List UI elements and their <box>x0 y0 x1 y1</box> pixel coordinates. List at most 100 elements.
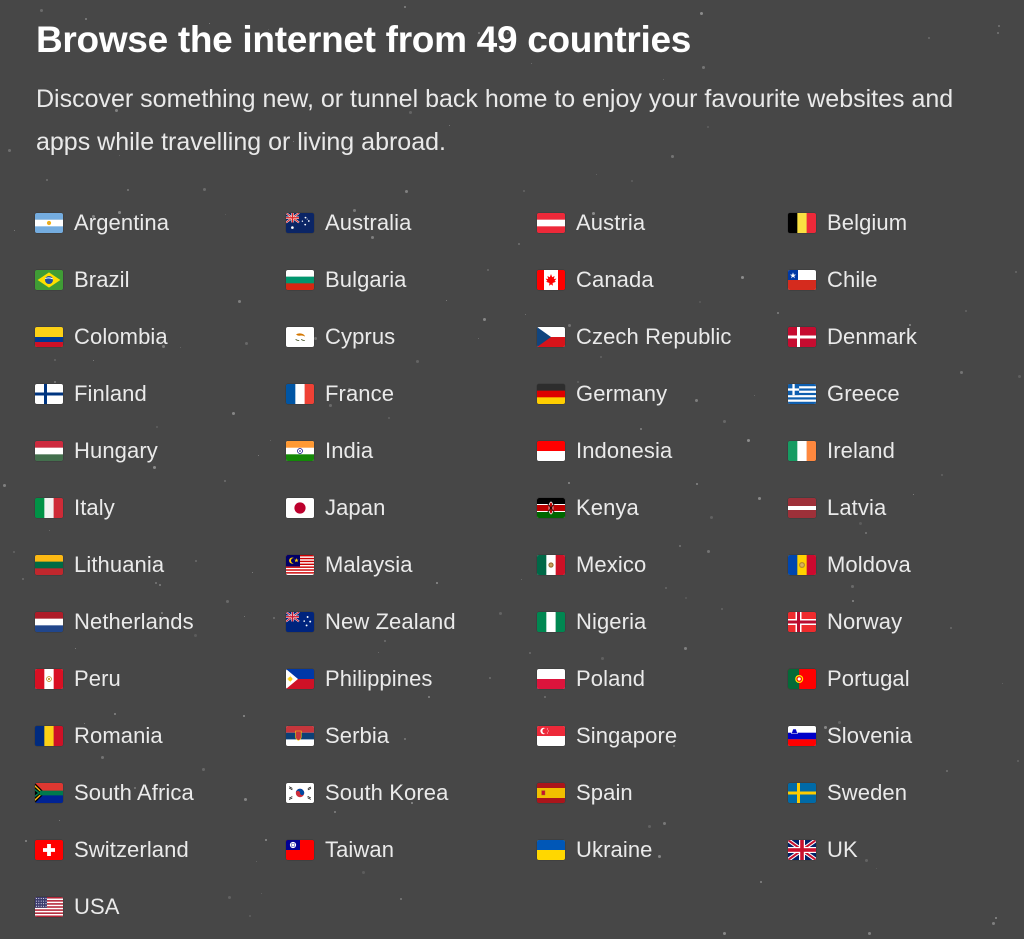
country-name: Japan <box>325 494 386 520</box>
country-item[interactable]: Netherlands <box>35 593 286 650</box>
country-name: Portugal <box>827 665 910 691</box>
flag-australia-icon <box>286 212 314 233</box>
flag-philippines-icon <box>286 668 314 689</box>
flag-lithuania-icon <box>35 554 63 575</box>
flag-germany-icon <box>537 383 565 404</box>
country-item[interactable]: Czech Republic <box>537 308 788 365</box>
country-item[interactable]: USA <box>35 878 286 935</box>
country-name: New Zealand <box>325 608 456 634</box>
country-item[interactable]: Colombia <box>35 308 286 365</box>
country-item[interactable]: Bulgaria <box>286 251 537 308</box>
country-item[interactable]: Argentina <box>35 194 286 251</box>
country-item[interactable]: India <box>286 422 537 479</box>
flag-new-zealand-icon <box>286 611 314 632</box>
flag-colombia-icon <box>35 326 63 347</box>
country-name: Nigeria <box>576 608 647 634</box>
country-name: Denmark <box>827 323 917 349</box>
flag-argentina-icon <box>35 212 63 233</box>
country-item[interactable]: Mexico <box>537 536 788 593</box>
country-name: South Africa <box>74 779 194 805</box>
country-item[interactable]: Australia <box>286 194 537 251</box>
country-item[interactable]: Poland <box>537 650 788 707</box>
flag-slovenia-icon <box>788 725 816 746</box>
flag-greece-icon <box>788 383 816 404</box>
country-item[interactable]: Latvia <box>788 479 1024 536</box>
flag-france-icon <box>286 383 314 404</box>
country-item[interactable]: Canada <box>537 251 788 308</box>
country-item[interactable]: Belgium <box>788 194 1024 251</box>
country-grid: Argentina Australia Austria Belgium Brazil Bu… <box>0 194 1024 935</box>
flag-poland-icon <box>537 668 565 689</box>
country-item[interactable]: Denmark <box>788 308 1024 365</box>
country-item[interactable]: Norway <box>788 593 1024 650</box>
country-name: India <box>325 437 374 463</box>
countries-page: Browse the internet from 49 countries Di… <box>0 0 1024 935</box>
country-item[interactable]: Taiwan <box>286 821 537 878</box>
country-item[interactable]: Moldova <box>788 536 1024 593</box>
country-item[interactable]: Philippines <box>286 650 537 707</box>
country-item[interactable]: Chile <box>788 251 1024 308</box>
country-item[interactable]: Slovenia <box>788 707 1024 764</box>
country-name: Singapore <box>576 722 678 748</box>
flag-japan-icon <box>286 497 314 518</box>
country-name: Czech Republic <box>576 323 732 349</box>
country-name: Finland <box>74 380 147 406</box>
country-item[interactable]: Serbia <box>286 707 537 764</box>
country-name: Kenya <box>576 494 639 520</box>
flag-uk-icon <box>788 839 816 860</box>
country-item[interactable]: Germany <box>537 365 788 422</box>
country-item[interactable]: Hungary <box>35 422 286 479</box>
country-item[interactable]: Kenya <box>537 479 788 536</box>
country-item[interactable]: Italy <box>35 479 286 536</box>
country-item[interactable]: New Zealand <box>286 593 537 650</box>
country-item[interactable]: Peru <box>35 650 286 707</box>
country-item[interactable]: Ukraine <box>537 821 788 878</box>
flag-denmark-icon <box>788 326 816 347</box>
country-item[interactable]: Romania <box>35 707 286 764</box>
country-item[interactable]: Nigeria <box>537 593 788 650</box>
country-item[interactable]: Austria <box>537 194 788 251</box>
country-name: Indonesia <box>576 437 673 463</box>
country-item[interactable]: Switzerland <box>35 821 286 878</box>
country-item[interactable]: Brazil <box>35 251 286 308</box>
country-item[interactable]: Portugal <box>788 650 1024 707</box>
country-item[interactable]: France <box>286 365 537 422</box>
country-name: Australia <box>325 209 412 235</box>
country-item[interactable]: UK <box>788 821 1024 878</box>
country-name: Switzerland <box>74 836 189 862</box>
country-item[interactable]: Greece <box>788 365 1024 422</box>
country-name: Poland <box>576 665 646 691</box>
country-item[interactable]: Finland <box>35 365 286 422</box>
country-name: Sweden <box>827 779 908 805</box>
country-item[interactable]: South Africa <box>35 764 286 821</box>
country-item[interactable]: Ireland <box>788 422 1024 479</box>
country-item[interactable]: Singapore <box>537 707 788 764</box>
flag-portugal-icon <box>788 668 816 689</box>
country-name: Philippines <box>325 665 433 691</box>
flag-india-icon <box>286 440 314 461</box>
country-item[interactable]: Indonesia <box>537 422 788 479</box>
country-item[interactable]: Japan <box>286 479 537 536</box>
country-item[interactable]: South Korea <box>286 764 537 821</box>
country-name: Spain <box>576 779 633 805</box>
country-item[interactable]: Lithuania <box>35 536 286 593</box>
flag-netherlands-icon <box>35 611 63 632</box>
country-name: Slovenia <box>827 722 913 748</box>
country-item[interactable]: Sweden <box>788 764 1024 821</box>
country-name: Italy <box>74 494 115 520</box>
country-item[interactable]: Spain <box>537 764 788 821</box>
country-name: France <box>325 380 395 406</box>
country-name: Malaysia <box>325 551 413 577</box>
flag-malaysia-icon <box>286 554 314 575</box>
country-name: Ireland <box>827 437 895 463</box>
flag-hungary-icon <box>35 440 63 461</box>
country-item[interactable]: Malaysia <box>286 536 537 593</box>
country-item[interactable]: Cyprus <box>286 308 537 365</box>
flag-singapore-icon <box>537 725 565 746</box>
country-name: Argentina <box>74 209 170 235</box>
country-name: Romania <box>74 722 163 748</box>
country-name: Moldova <box>827 551 911 577</box>
country-name: Germany <box>576 380 668 406</box>
country-name: Latvia <box>827 494 887 520</box>
flag-taiwan-icon <box>286 839 314 860</box>
